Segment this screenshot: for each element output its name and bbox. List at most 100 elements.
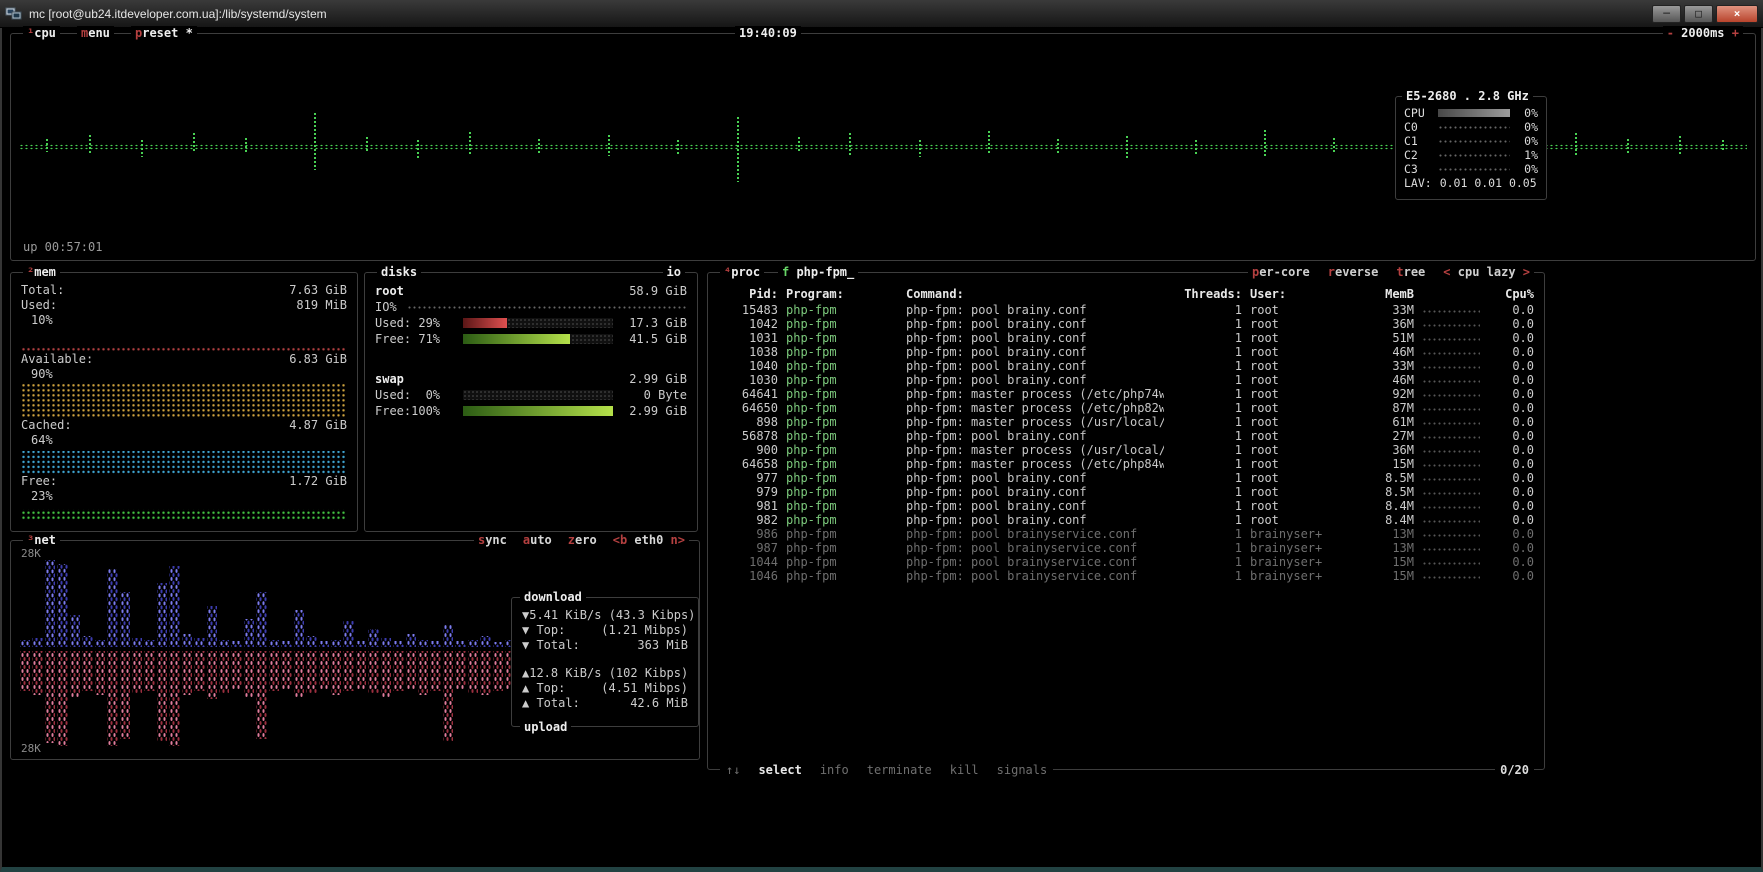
net-graph-column (319, 641, 329, 647)
net-graph-column (95, 640, 105, 647)
terminal: ¹cpu menu preset * 19:40:09 - 2000ms + u… (0, 28, 1763, 872)
process-row[interactable]: 900php-fpmphp-fpm: master process (/usr/… (720, 443, 1534, 457)
column-user[interactable]: User: (1250, 287, 1354, 301)
disk-free-row: Free:100%2.99 GiB (375, 403, 687, 419)
signals-action[interactable]: signals (997, 763, 1048, 777)
maximize-button[interactable]: □ (1684, 5, 1713, 23)
process-row[interactable]: 1038php-fpmphp-fpm: pool brainy.conf1roo… (720, 345, 1534, 359)
tab-tree[interactable]: tree (1396, 265, 1425, 279)
process-table-header: Pid: Program: Command: Threads: User: Me… (720, 287, 1534, 301)
net-graph-column (182, 634, 192, 647)
upload-total-row: ▲ Total:42.6 MiB (522, 696, 688, 711)
app-icon (5, 6, 23, 22)
column-pid[interactable]: Pid: (720, 287, 778, 301)
interval-decrease-button[interactable]: - (1667, 26, 1674, 40)
preset-button[interactable]: preset * (131, 26, 197, 40)
close-button[interactable]: × (1716, 5, 1758, 23)
tab-per-core[interactable]: per-core (1252, 265, 1310, 279)
process-row[interactable]: 1046php-fpmphp-fpm: pool brainyservice.c… (720, 569, 1534, 583)
cpu-total-row: CPU0% (1396, 106, 1546, 120)
column-cpu[interactable]: Cpu% (1488, 287, 1534, 301)
disks-box-title: disks (377, 265, 421, 279)
net-graph-column (368, 651, 378, 693)
process-row[interactable]: 1030php-fpmphp-fpm: pool brainy.conf1roo… (720, 373, 1534, 387)
mem-used-pct: 10% (21, 313, 347, 328)
menu-button[interactable]: menu (77, 26, 114, 40)
net-graph-column (343, 621, 353, 647)
tab-sync[interactable]: sync (478, 533, 507, 547)
sort-selector[interactable]: < cpu lazy > (1443, 265, 1530, 279)
process-row[interactable]: 1042php-fpmphp-fpm: pool brainy.conf1roo… (720, 317, 1534, 331)
net-graph-column (244, 651, 254, 697)
filter-cursor: _ (847, 265, 854, 279)
process-row[interactable]: 982php-fpmphp-fpm: pool brainy.conf1root… (720, 513, 1534, 527)
process-row[interactable]: 1031php-fpmphp-fpm: pool brainy.conf1roo… (720, 331, 1534, 345)
tab-reverse[interactable]: reverse (1328, 265, 1379, 279)
cpu-graph-spike (1056, 138, 1060, 153)
interval-increase-button[interactable]: + (1732, 26, 1739, 40)
net-graph-column (468, 651, 478, 693)
core-meter (1438, 139, 1510, 144)
process-mem-graph (1422, 490, 1480, 496)
process-mem-graph (1422, 532, 1480, 538)
net-graph-column (331, 651, 341, 695)
tab-auto[interactable]: auto (523, 533, 552, 547)
column-command[interactable]: Command: (906, 287, 1164, 301)
info-action[interactable]: info (820, 763, 849, 777)
process-mem-graph (1422, 308, 1480, 314)
download-top-row: ▼ Top:(1.21 Mibps) (522, 623, 688, 638)
next-interface-button[interactable]: n> (671, 533, 685, 547)
process-filter[interactable]: f php-fpm_ (778, 265, 858, 279)
cpu-graph-spike (1721, 139, 1725, 152)
process-row[interactable]: 1044php-fpmphp-fpm: pool brainyservice.c… (720, 555, 1534, 569)
process-row[interactable]: 977php-fpmphp-fpm: pool brainy.conf1root… (720, 471, 1534, 485)
process-row[interactable]: 1040php-fpmphp-fpm: pool brainy.conf1roo… (720, 359, 1534, 373)
prev-interface-button[interactable]: <b (613, 533, 627, 547)
process-mem-graph (1422, 448, 1480, 454)
net-graph-column (455, 651, 465, 689)
download-label: download (520, 590, 586, 604)
cpu-graph-spike (607, 134, 611, 156)
mem-total-row: Total:7.63 GiB (21, 283, 347, 298)
process-row[interactable]: 981php-fpmphp-fpm: pool brainy.conf1root… (720, 499, 1534, 513)
minimize-button[interactable]: ─ (1652, 5, 1681, 23)
column-program[interactable]: Program: (786, 287, 898, 301)
process-row[interactable]: 898php-fpmphp-fpm: master process (/usr/… (720, 415, 1534, 429)
interface-selector[interactable]: <b eth0 n> (613, 533, 685, 547)
net-graph-column (443, 651, 453, 741)
net-graph-column (269, 640, 279, 647)
core-meter (1438, 125, 1510, 130)
process-mem-graph (1422, 560, 1480, 566)
cpu-graph-spike (537, 138, 541, 153)
process-row[interactable]: 979php-fpmphp-fpm: pool brainy.conf1root… (720, 485, 1534, 499)
select-action[interactable]: select (758, 763, 801, 777)
cpu-graph-spike (313, 112, 317, 170)
mem-free-graph (21, 504, 347, 520)
process-row[interactable]: 986php-fpmphp-fpm: pool brainyservice.co… (720, 527, 1534, 541)
io-graph (407, 305, 687, 310)
net-graph-column (207, 606, 217, 647)
process-row[interactable]: 56878php-fpmphp-fpm: pool brainy.conf1ro… (720, 429, 1534, 443)
net-graph-column (194, 638, 204, 647)
tab-zero[interactable]: zero (568, 533, 597, 547)
column-mem[interactable]: MemB (1362, 287, 1414, 301)
process-row[interactable]: 15483php-fpmphp-fpm: pool brainy.conf1ro… (720, 303, 1534, 317)
sort-prev-arrow[interactable]: < (1443, 265, 1450, 279)
cpu-graph-spike (1626, 138, 1630, 153)
terminate-action[interactable]: terminate (867, 763, 932, 777)
net-graph-column (219, 640, 229, 647)
net-graph-column (157, 583, 167, 647)
process-row[interactable]: 987php-fpmphp-fpm: pool brainyservice.co… (720, 541, 1534, 555)
net-graph-column (107, 651, 117, 746)
net-graph-column (132, 638, 142, 647)
io-mode-button[interactable]: io (663, 265, 685, 279)
sort-next-arrow[interactable]: > (1523, 265, 1530, 279)
kill-action[interactable]: kill (950, 763, 979, 777)
process-row[interactable]: 64658php-fpmphp-fpm: master process (/et… (720, 457, 1534, 471)
proc-box: ⁴proc f php-fpm_ per-core reverse tree <… (707, 272, 1545, 770)
process-row[interactable]: 64650php-fpmphp-fpm: master process (/et… (720, 401, 1534, 415)
process-row[interactable]: 64641php-fpmphp-fpm: master process (/et… (720, 387, 1534, 401)
column-threads[interactable]: Threads: (1172, 287, 1242, 301)
cpu-model-label: E5-2680 . 2.8 GHz (1402, 89, 1533, 103)
net-graph-column (256, 651, 266, 739)
